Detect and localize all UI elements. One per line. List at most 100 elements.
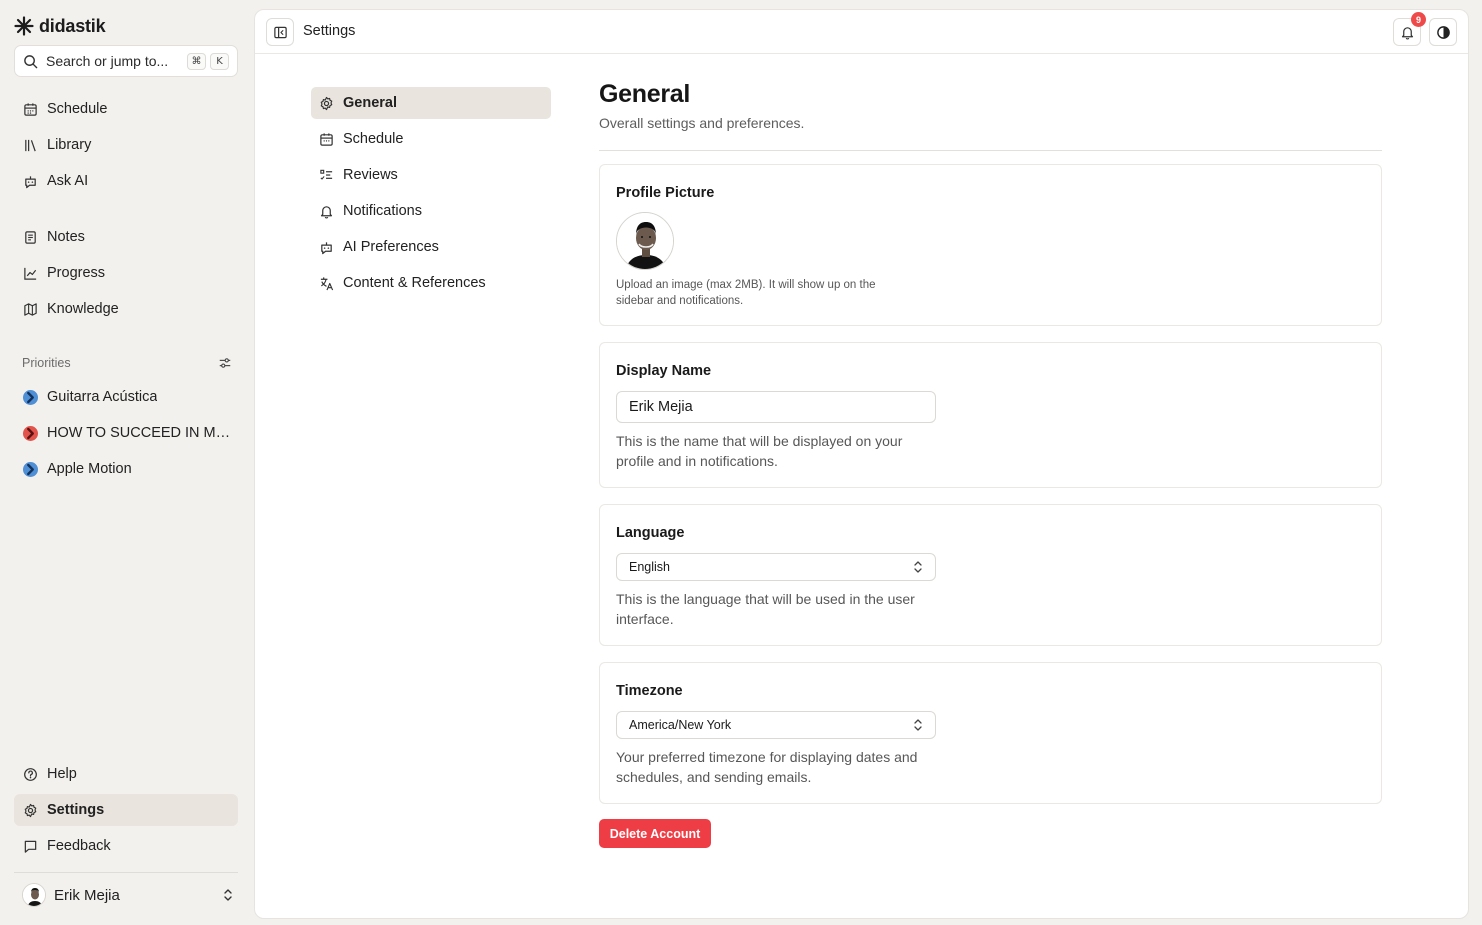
- settings-tab-content-references[interactable]: Content & References: [311, 267, 551, 299]
- shortcut-k-key: K: [210, 52, 229, 70]
- search-shortcut: ⌘ K: [187, 52, 229, 70]
- brand-name: didastik: [39, 15, 106, 36]
- settings-tab-ai-preferences[interactable]: AI Preferences: [311, 231, 551, 263]
- sidebar-item-label: Feedback: [47, 838, 111, 854]
- settings-tab-reviews[interactable]: Reviews: [311, 159, 551, 191]
- sidebar-item-knowledge[interactable]: Knowledge: [14, 293, 238, 325]
- search-bar[interactable]: Search or jump to... ⌘ K: [14, 45, 238, 77]
- bot-icon: [321, 241, 332, 254]
- languages-icon: [320, 276, 334, 290]
- sidebar-item-notes[interactable]: Notes: [14, 221, 238, 253]
- sidebar-item-progress[interactable]: Progress: [14, 257, 238, 289]
- gear-icon: [24, 803, 37, 817]
- settings-tab-schedule[interactable]: Schedule: [311, 123, 551, 155]
- settings-tab-label: Content & References: [343, 275, 486, 291]
- avatar: [617, 213, 673, 269]
- bell-icon: [320, 205, 333, 219]
- chevron-up-down-icon: [914, 561, 922, 573]
- chevron-up-down-icon: [224, 889, 232, 901]
- sidebar-item-settings[interactable]: Settings: [14, 794, 238, 826]
- sidebar-item-label: Schedule: [47, 101, 108, 117]
- language-card: Language English This is the language th…: [599, 504, 1382, 646]
- priority-item[interactable]: Guitarra Acústica: [14, 381, 238, 413]
- priority-label: HOW TO SUCCEED IN MRBEAST PRODUCTION: [47, 425, 233, 441]
- map-icon: [24, 302, 37, 316]
- timezone-select[interactable]: America/New York: [616, 711, 936, 739]
- contrast-icon: [1436, 25, 1450, 39]
- settings-tab-label: Notifications: [343, 203, 422, 219]
- help-text: This is the name that will be displayed …: [616, 433, 903, 469]
- sidebar-item-label: Notes: [47, 229, 85, 245]
- chart-icon: [24, 267, 37, 280]
- language-value: English: [629, 560, 670, 574]
- chevron-right-circle-icon: [23, 389, 38, 405]
- display-name-card: Display Name This is the name that will …: [599, 342, 1382, 488]
- chevron-right-circle-icon: [23, 461, 38, 477]
- profile-picture-upload[interactable]: [616, 212, 674, 270]
- priority-item[interactable]: Apple Motion: [14, 453, 238, 485]
- logo-icon: [14, 16, 34, 36]
- card-title: Profile Picture: [616, 185, 715, 201]
- language-select[interactable]: English: [616, 553, 936, 581]
- calendar-icon: [320, 132, 333, 146]
- sidebar-item-schedule[interactable]: Schedule: [14, 93, 238, 125]
- priority-item[interactable]: HOW TO SUCCEED IN MRBEAST PRODUCTION: [14, 417, 238, 449]
- display-name-field[interactable]: [616, 391, 936, 423]
- help-icon: [24, 767, 37, 781]
- sidebar-item-ask-ai[interactable]: Ask AI: [14, 165, 238, 197]
- divider: [14, 872, 238, 873]
- sidebar-item-label: Ask AI: [47, 173, 89, 189]
- avatar: [22, 883, 46, 907]
- bot-icon: [25, 175, 36, 188]
- timezone-value: America/New York: [629, 718, 732, 732]
- priorities-label: Priorities: [22, 356, 71, 370]
- notes-icon: [25, 230, 36, 244]
- settings-tab-label: AI Preferences: [343, 239, 439, 255]
- settings-tab-label: Schedule: [343, 131, 404, 147]
- settings-cards: Profile Picture Upload an image (max 2MB…: [599, 10, 1382, 910]
- gear-icon: [320, 96, 333, 110]
- priority-label: Apple Motion: [47, 461, 132, 477]
- help-text: Upload an image (max 2MB). It will show …: [616, 279, 876, 307]
- card-title: Display Name: [616, 363, 712, 379]
- settings-sliders-icon[interactable]: [218, 356, 232, 370]
- notifications-button[interactable]: 9: [1393, 12, 1426, 46]
- search-icon: [24, 54, 38, 68]
- help-text: Your preferred timezone for displaying d…: [616, 749, 918, 785]
- page-title: Settings: [303, 23, 356, 39]
- sidebar-item-label: Library: [47, 137, 92, 153]
- settings-tab-label: Reviews: [343, 167, 398, 183]
- settings-tab-general[interactable]: General: [311, 87, 551, 119]
- settings-tab-label: General: [343, 95, 397, 111]
- sidebar-collapse-icon: [273, 26, 287, 38]
- timezone-card: Timezone America/New York Your preferred…: [599, 662, 1382, 804]
- help-text: This is the language that will be used i…: [616, 591, 915, 627]
- search-placeholder: Search or jump to...: [46, 53, 169, 69]
- delete-account-button[interactable]: Delete Account: [599, 819, 711, 848]
- sidebar-item-feedback[interactable]: Feedback: [14, 830, 238, 862]
- priorities-header: Priorities: [22, 356, 232, 370]
- profile-picture-card: Profile Picture Upload an image (max 2MB…: [599, 164, 1382, 326]
- sidebar: didastik Search or jump to... ⌘ K Schedu…: [0, 0, 252, 925]
- user-name: Erik Mejia: [54, 886, 120, 904]
- sidebar-item-library[interactable]: Library: [14, 129, 238, 161]
- settings-tab-notifications[interactable]: Notifications: [311, 195, 551, 227]
- card-title: Timezone: [616, 683, 683, 699]
- list-checks-icon: [320, 169, 333, 180]
- chevron-up-down-icon: [914, 719, 922, 731]
- sidebar-item-help[interactable]: Help: [14, 758, 238, 790]
- main-panel: Settings 9 General Schedule Reviews Noti…: [254, 9, 1469, 919]
- sidebar-item-label: Knowledge: [47, 301, 119, 317]
- sidebar-item-label: Progress: [47, 265, 106, 281]
- toggle-sidebar-button[interactable]: [266, 18, 294, 46]
- shortcut-cmd-key: ⌘: [187, 52, 206, 70]
- message-icon: [24, 840, 37, 853]
- settings-nav: General Schedule Reviews Notifications A…: [311, 87, 551, 303]
- card-title: Language: [616, 525, 685, 541]
- priority-label: Guitarra Acústica: [47, 389, 158, 405]
- user-menu[interactable]: Erik Mejia: [22, 883, 234, 907]
- sidebar-item-label: Help: [47, 766, 77, 782]
- brand[interactable]: didastik: [14, 15, 106, 37]
- theme-toggle-button[interactable]: [1429, 18, 1457, 46]
- bell-icon: [1401, 26, 1413, 40]
